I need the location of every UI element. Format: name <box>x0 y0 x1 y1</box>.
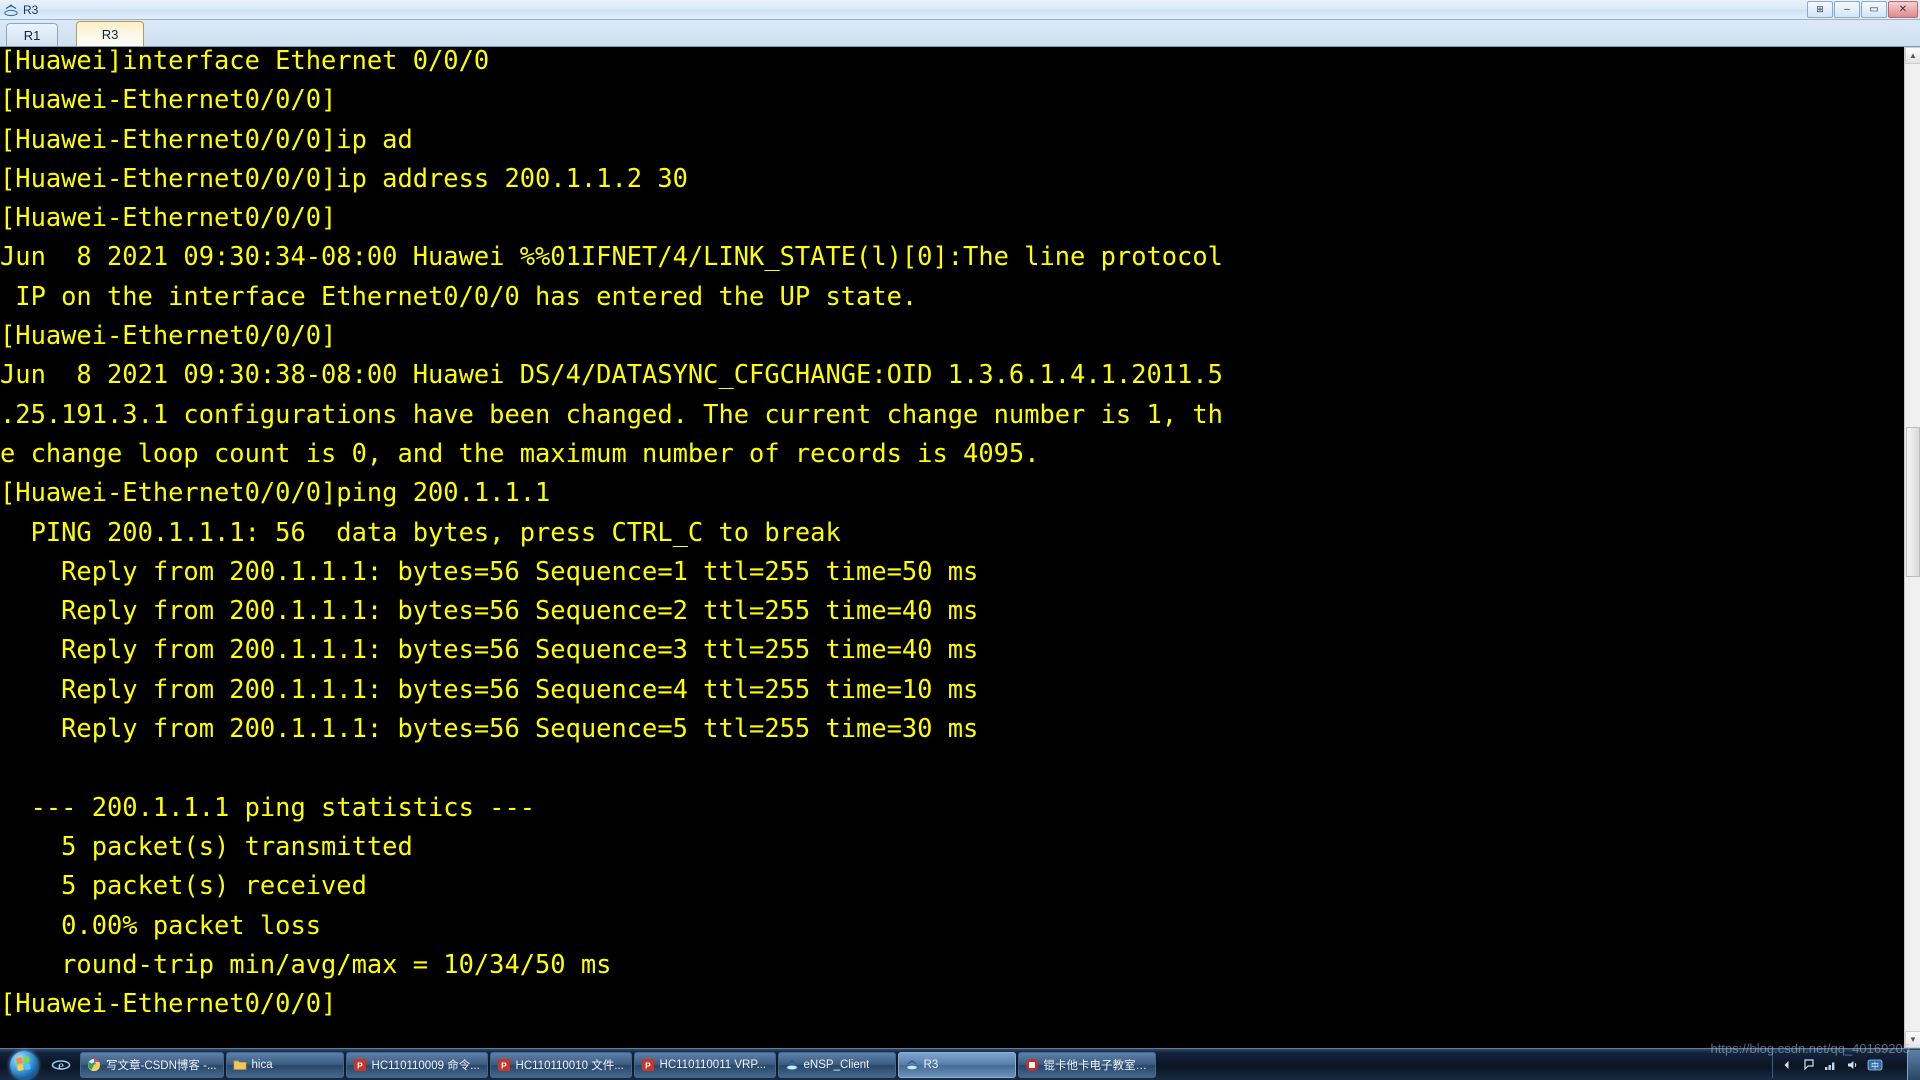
close-icon: ✕ <box>1898 3 1908 15</box>
window-titlebar: R3 ⊞ – ▭ ✕ <box>0 0 1920 20</box>
taskbar-button-label: HC110110011 VRP... <box>659 1058 767 1071</box>
taskbar-button-label: HC110110010 文件... <box>515 1059 624 1072</box>
start-button[interactable] <box>2 1050 46 1080</box>
terminal-line: round-trip min/avg/max = 10/34/50 ms <box>0 948 612 979</box>
system-tray: 中 <box>1772 1051 1905 1078</box>
maximize-button[interactable]: ▭ <box>1861 1 1887 18</box>
windows-logo-icon <box>10 1050 38 1079</box>
volume-icon[interactable] <box>1845 1057 1861 1073</box>
terminal-line: Reply from 200.1.1.1: bytes=56 Sequence=… <box>0 595 979 626</box>
terminal-line: [Huawei]interface Ethernet 0/0/0 <box>0 47 490 75</box>
internet-explorer-icon[interactable]: e <box>48 1052 74 1078</box>
terminal-line: Reply from 200.1.1.1: bytes=56 Sequence=… <box>0 713 979 744</box>
terminal-console[interactable]: [Huawei]interface Ethernet 0/0/0 [Huawei-… <box>0 47 1904 1048</box>
windows-taskbar: e 写文章-CSDN博客 -... hica P HC110110009 命令... P… <box>0 1048 1920 1080</box>
window-controls: ⊞ – ▭ ✕ <box>1806 0 1920 20</box>
terminal-line: [Huawei-Ethernet0/0/0]ip address 200.1.1… <box>0 162 688 193</box>
terminal-line: 0.00% packet loss <box>0 909 322 940</box>
terminal-line: Reply from 200.1.1.1: bytes=56 Sequence=… <box>0 673 979 704</box>
scroll-down-arrow-icon[interactable]: ▼ <box>1905 1031 1920 1048</box>
terminal-line: [Huawei-Ethernet0/0/0]ping 200.1.1.1 <box>0 477 551 508</box>
show-hidden-icons-arrow-icon[interactable] <box>1779 1057 1795 1073</box>
network-icon[interactable] <box>1823 1057 1839 1073</box>
scrollbar-thumb[interactable] <box>1906 427 1920 577</box>
terminal-line: Jun 8 2021 09:30:38-08:00 Huawei DS/4/DA… <box>0 359 1223 390</box>
router-icon <box>3 2 19 18</box>
close-button[interactable]: ✕ <box>1888 1 1918 18</box>
taskbar-task-list: 写文章-CSDN博客 -... hica P HC110110009 命令... P HC… <box>80 1051 1768 1078</box>
powerpoint-icon: P <box>497 1058 511 1072</box>
powerpoint-icon: P <box>641 1058 655 1072</box>
maximize-icon: ▭ <box>1869 3 1879 15</box>
taskbar-button[interactable]: 锟卡他卡电子教室教... <box>1017 1051 1156 1078</box>
taskbar-button[interactable]: hica <box>225 1051 344 1078</box>
terminal-line: [Huawei-Ethernet0/0/0] <box>0 320 337 351</box>
terminal-line: Reply from 200.1.1.1: bytes=56 Sequence=… <box>0 634 979 665</box>
taskbar-button-label: HC110110009 命令... <box>371 1059 480 1072</box>
terminal-line: --- 200.1.1.1 ping statistics --- <box>0 791 536 822</box>
terminal-line: [Huawei-Ethernet0/0/0] <box>0 988 337 1019</box>
red-app-icon <box>1025 1058 1039 1072</box>
minimize-button[interactable]: – <box>1834 1 1860 18</box>
svg-text:P: P <box>357 1060 363 1070</box>
taskbar-button-label: R3 <box>923 1058 939 1071</box>
tab-r3[interactable]: R3 <box>76 21 144 46</box>
taskbar-button[interactable]: eNSP_Client <box>777 1051 896 1078</box>
terminal-scrollbar[interactable]: ▲ ▼ <box>1904 47 1920 1048</box>
taskbar-button[interactable]: P HC110110011 VRP... <box>633 1051 776 1078</box>
tab-r1[interactable]: R1 <box>6 23 58 46</box>
terminal-output: [Huawei]interface Ethernet 0/0/0 [Huawei-… <box>0 47 1904 1023</box>
desktop-root: R3 ⊞ – ▭ ✕ R1 R3 [Huawei]interface Ether… <box>0 0 1920 1080</box>
taskbar-button[interactable]: P HC110110010 文件... <box>489 1051 632 1078</box>
device-tabstrip: R1 R3 <box>0 20 1920 47</box>
taskbar-button[interactable]: P HC110110009 命令... <box>345 1051 488 1078</box>
taskbar-button-label: 锟卡他卡电子教室教... <box>1043 1059 1149 1072</box>
terminal-line: 5 packet(s) transmitted <box>0 830 413 861</box>
show-desktop-button[interactable] <box>1907 1049 1920 1080</box>
router-icon <box>905 1058 919 1072</box>
windows-flag-glyph <box>15 1056 33 1073</box>
restore-left-icon: ⊞ <box>1816 4 1824 14</box>
terminal-line: PING 200.1.1.1: 56 data bytes, press CTR… <box>0 516 841 547</box>
taskbar-button[interactable]: 写文章-CSDN博客 -... <box>80 1051 224 1078</box>
terminal-line: Reply from 200.1.1.1: bytes=56 Sequence=… <box>0 555 979 586</box>
action-center-icon[interactable] <box>1801 1057 1817 1073</box>
taskbar-button[interactable]: R3 <box>897 1051 1016 1078</box>
powerpoint-icon: P <box>353 1058 367 1072</box>
tab-r3-label: R3 <box>101 26 119 42</box>
svg-text:中: 中 <box>1871 1060 1879 1070</box>
chrome-icon <box>87 1058 101 1072</box>
window-title: R3 <box>23 2 39 17</box>
svg-text:P: P <box>501 1060 507 1070</box>
terminal-line: e change loop count is 0, and the maximu… <box>0 437 1040 468</box>
terminal-line: [Huawei-Ethernet0/0/0] <box>0 84 337 115</box>
taskbar-button-label: 写文章-CSDN博客 -... <box>106 1059 217 1072</box>
terminal-line: .25.191.3.1 configurations have been cha… <box>0 398 1223 429</box>
svg-text:e: e <box>58 1057 64 1072</box>
svg-text:P: P <box>645 1060 651 1070</box>
terminal-line: Jun 8 2021 09:30:34-08:00 Huawei %%01IFN… <box>0 241 1223 272</box>
minimize-icon: – <box>1844 3 1850 15</box>
quick-launch-bar: e <box>48 1052 74 1078</box>
scroll-up-arrow-icon[interactable]: ▲ <box>1905 47 1920 64</box>
terminal-line: [Huawei-Ethernet0/0/0]ip ad <box>0 123 413 154</box>
terminal-line: IP on the interface Ethernet0/0/0 has en… <box>0 280 918 311</box>
tab-r1-label: R1 <box>23 27 41 43</box>
folder-icon <box>233 1058 247 1072</box>
restore-left-button[interactable]: ⊞ <box>1807 1 1833 18</box>
ime-indicator-icon[interactable]: 中 <box>1867 1057 1883 1073</box>
taskbar-button-label: eNSP_Client <box>803 1058 870 1071</box>
terminal-line: 5 packet(s) received <box>0 870 367 901</box>
taskbar-button-label: hica <box>251 1058 273 1071</box>
ensp-icon <box>785 1058 799 1072</box>
terminal-line: [Huawei-Ethernet0/0/0] <box>0 202 337 233</box>
